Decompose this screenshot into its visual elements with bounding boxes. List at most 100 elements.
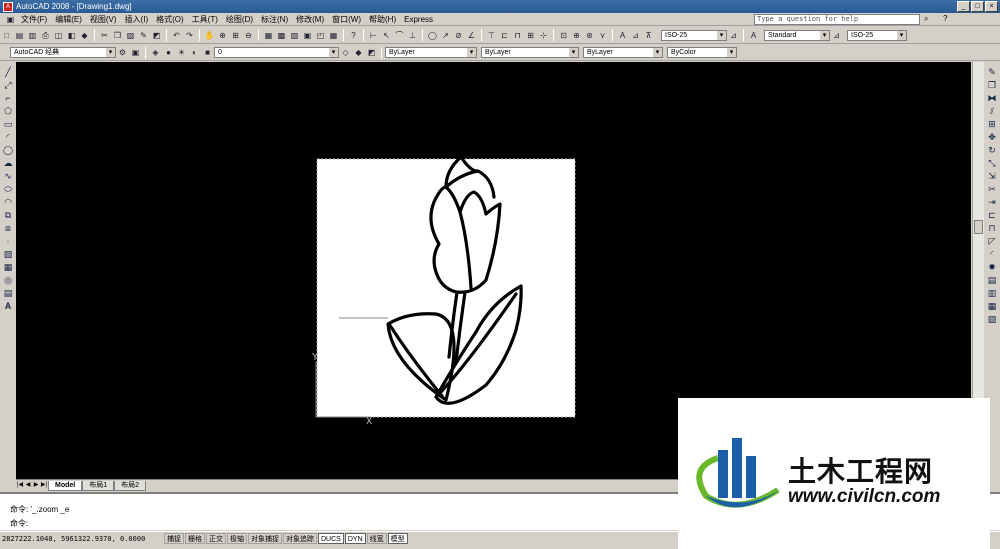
ellipse-arc-icon[interactable]: ◠	[2, 196, 14, 208]
trim-icon[interactable]: ✂	[986, 183, 998, 195]
plot-icon[interactable]: ⎙	[40, 30, 51, 41]
zoom-previous-icon[interactable]: ⊖	[243, 30, 254, 41]
model-toggle[interactable]: 模型	[387, 533, 408, 544]
tab-model[interactable]: Model	[48, 480, 83, 491]
3d-dwf-icon[interactable]: ◆	[79, 30, 90, 41]
stretch-icon[interactable]: ⇲	[986, 170, 998, 182]
scale-icon[interactable]: ⤡	[986, 157, 998, 169]
polygon-icon[interactable]: ⬠	[2, 105, 14, 117]
mtext-icon[interactable]: A	[2, 300, 14, 312]
workspace-select[interactable]: AutoCAD 经典	[10, 47, 116, 58]
draworder-back-icon[interactable]: ▦	[986, 300, 998, 312]
dim-text-edit-icon[interactable]: ⊿	[630, 30, 641, 41]
arc-icon[interactable]: ◜	[2, 131, 14, 143]
make-current-icon[interactable]: ◇	[340, 47, 351, 58]
menu-modify[interactable]: 修改(M)	[292, 13, 328, 26]
offset-icon[interactable]: ⫽	[986, 105, 998, 117]
sheet-set-icon[interactable]: ▣	[302, 30, 313, 41]
dim-break-icon[interactable]: ⊹	[538, 30, 549, 41]
save-icon[interactable]: ▥	[27, 30, 38, 41]
otrack-toggle[interactable]: 对象追踪	[283, 533, 317, 544]
dim-angular-icon[interactable]: ∠	[466, 30, 477, 41]
fillet-icon[interactable]: ◜	[986, 248, 998, 260]
menu-dimension[interactable]: 标注(N)	[257, 13, 292, 26]
dim-continue-icon[interactable]: ⊓	[512, 30, 523, 41]
array-icon[interactable]: ⊞	[986, 118, 998, 130]
prev-tab-icon[interactable]: ◀	[24, 481, 32, 490]
text-style-icon[interactable]: A	[748, 30, 759, 41]
snap-toggle[interactable]: 捕捉	[164, 533, 184, 544]
layer-lock-icon[interactable]: ◐	[189, 47, 200, 58]
menu-window[interactable]: 窗口(W)	[328, 13, 365, 26]
document-icon[interactable]: ▣	[5, 14, 16, 25]
draworder-icon[interactable]: ▤	[986, 274, 998, 286]
center-mark-icon[interactable]: ⊕	[571, 30, 582, 41]
draworder-front-icon[interactable]: ▥	[986, 287, 998, 299]
layer-color-icon[interactable]: ■	[202, 47, 213, 58]
mirror-icon[interactable]: ⧓	[986, 92, 998, 104]
layer-previous-icon[interactable]: ◆	[353, 47, 364, 58]
dim-radius-icon[interactable]: ◯	[427, 30, 438, 41]
join-icon[interactable]: ⊓	[986, 222, 998, 234]
dyn-toggle[interactable]: DYN	[344, 533, 366, 544]
pan-icon[interactable]: ✋	[204, 30, 215, 41]
workspace-settings-icon[interactable]: ⚙	[117, 47, 128, 58]
help-button-icon[interactable]: ?	[348, 30, 359, 41]
dim-aligned-icon[interactable]: ↖	[381, 30, 392, 41]
properties-icon[interactable]: ▦	[263, 30, 274, 41]
ellipse-icon[interactable]: ⬭	[2, 183, 14, 195]
autocad-app-icon[interactable]: A	[3, 1, 13, 12]
chamfer-icon[interactable]: ◸	[986, 235, 998, 247]
lineweight-select[interactable]: ByLayer	[583, 47, 663, 58]
menu-edit[interactable]: 编辑(E)	[51, 13, 86, 26]
match-properties-icon[interactable]: ✎	[138, 30, 149, 41]
dim-ordinate-icon[interactable]: ⊥	[407, 30, 418, 41]
dim-baseline-icon[interactable]: ⊏	[499, 30, 510, 41]
help-icon[interactable]: ?	[943, 14, 947, 23]
maximize-button[interactable]: □	[971, 1, 984, 12]
rectangle-icon[interactable]: ▭	[2, 118, 14, 130]
paste-icon[interactable]: ▧	[125, 30, 136, 41]
menu-file[interactable]: 文件(F)	[17, 13, 51, 26]
dim-style-manager-icon[interactable]: ⊿	[831, 30, 842, 41]
dim-style-select-2[interactable]: ISO-25	[847, 29, 907, 41]
extend-icon[interactable]: ⇥	[986, 196, 998, 208]
preview-icon[interactable]: ◫	[53, 30, 64, 41]
menu-format[interactable]: 格式(O)	[152, 13, 188, 26]
explode-icon[interactable]: ✸	[986, 261, 998, 273]
markup-icon[interactable]: ◰	[315, 30, 326, 41]
layer-on-icon[interactable]: ●	[163, 47, 174, 58]
move-icon[interactable]: ✥	[986, 131, 998, 143]
lineweight-toggle[interactable]: 线宽	[366, 533, 387, 544]
text-style-select[interactable]: Standard	[764, 29, 830, 41]
zoom-window-icon[interactable]: ⊞	[230, 30, 241, 41]
dim-update-icon[interactable]: ⊼	[643, 30, 654, 41]
layer-manager-icon[interactable]: ◈	[150, 47, 161, 58]
help-search-input[interactable]: Type a question for help	[754, 14, 920, 25]
scroll-thumb[interactable]	[974, 220, 983, 234]
publish-icon[interactable]: ◧	[66, 30, 77, 41]
workspace-save-icon[interactable]: ▣	[130, 47, 141, 58]
first-tab-icon[interactable]: |◀	[16, 481, 24, 490]
circle-icon[interactable]: ◯	[2, 144, 14, 156]
draworder-text-icon[interactable]: ▧	[986, 313, 998, 325]
grid-toggle[interactable]: 栅格	[185, 533, 205, 544]
quick-dim-icon[interactable]: ⊤	[486, 30, 497, 41]
dim-style-select[interactable]: ISO-25	[661, 29, 727, 41]
polyline-icon[interactable]: ⌐	[2, 92, 14, 104]
tab-layout1[interactable]: 布局1	[82, 480, 115, 491]
dim-jogged-icon[interactable]: ↗	[440, 30, 451, 41]
linetype-select[interactable]: ByLayer	[481, 47, 579, 58]
layer-freeze-icon[interactable]: ☀	[176, 47, 187, 58]
layer-select[interactable]: 0	[214, 47, 339, 58]
dim-style-icon[interactable]: ⊿	[728, 30, 739, 41]
last-tab-icon[interactable]: ▶|	[40, 481, 48, 490]
erase-icon[interactable]: ✎	[986, 66, 998, 78]
make-block-icon[interactable]: ⧈	[2, 222, 14, 234]
cloud-icon[interactable]: ☁	[2, 157, 14, 169]
open-icon[interactable]: ▤	[14, 30, 25, 41]
tool-palettes-icon[interactable]: ▨	[289, 30, 300, 41]
line-icon[interactable]: ╱	[2, 66, 14, 78]
next-tab-icon[interactable]: ▶	[32, 481, 40, 490]
cut-icon[interactable]: ✂	[99, 30, 110, 41]
